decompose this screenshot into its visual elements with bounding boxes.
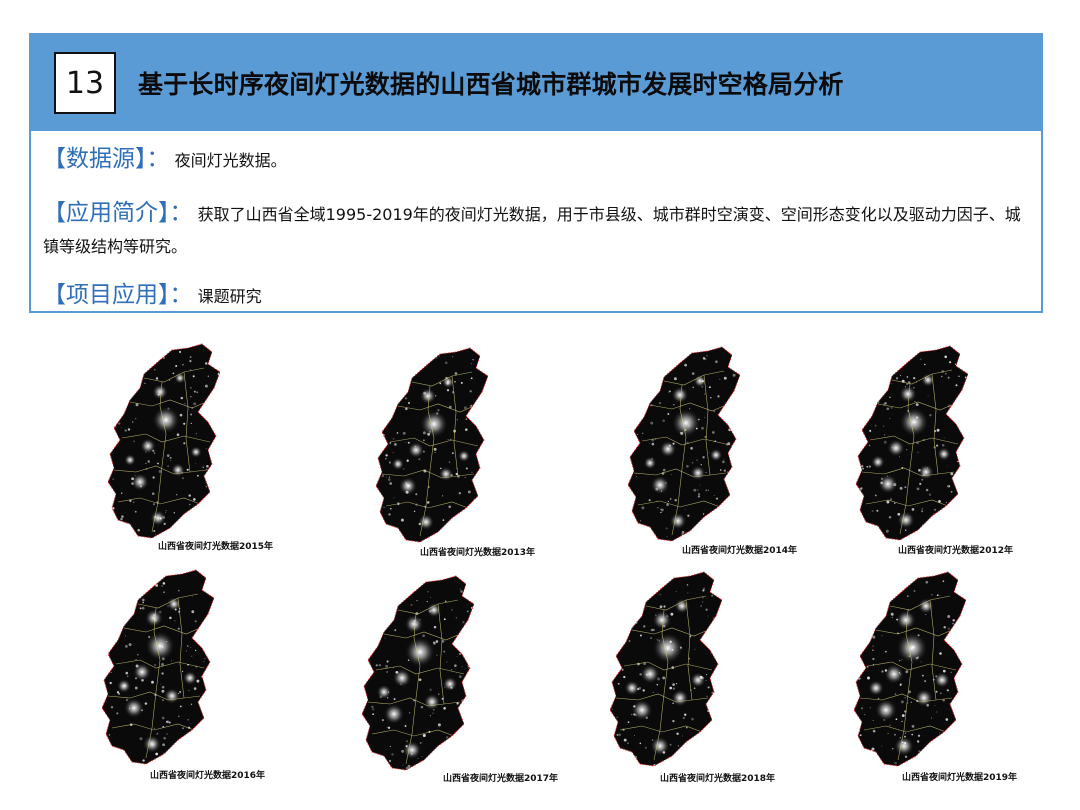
province-shape — [854, 572, 966, 766]
project-number: 13 — [54, 52, 116, 114]
map-caption: 山西省夜间灯光数据2018年 — [660, 774, 776, 784]
project-panel: 13 基于长时序夜间灯光数据的山西省城市群城市发展时空格局分析 【数据源】： 夜… — [29, 33, 1043, 313]
panel-title: 基于长时序夜间灯光数据的山西省城市群城市发展时空格局分析 — [138, 70, 844, 99]
map-caption: 山西省夜间灯光数据2019年 — [902, 773, 1018, 783]
night-light-maps: 山西省夜间灯光数据2015年 山西省夜间灯光数据2013年 山西省夜间灯光数据2… — [0, 330, 1080, 800]
province-shape — [108, 344, 220, 538]
map-caption: 山西省夜间灯光数据2013年 — [420, 548, 536, 558]
shanxi-map-image — [361, 575, 475, 771]
map-caption: 山西省夜间灯光数据2016年 — [150, 771, 266, 781]
map-caption: 山西省夜间灯光数据2014年 — [682, 546, 798, 556]
shanxi-map-image — [855, 345, 969, 541]
project-application-text: 课题研究 — [197, 287, 262, 306]
shanxi-map-image — [853, 571, 967, 767]
map-caption: 山西省夜间灯光数据2012年 — [898, 546, 1014, 556]
night-light-map — [368, 346, 498, 546]
night-light-map — [602, 570, 732, 770]
map-caption: 山西省夜间灯光数据2017年 — [443, 774, 559, 784]
shanxi-map-image — [101, 569, 215, 765]
night-light-map — [620, 345, 750, 545]
data-source-text: 夜间灯光数据。 — [174, 151, 287, 170]
province-shape — [362, 576, 474, 770]
application-intro-row: 【应用简介】： 获取了山西省全域1995-2019年的夜间灯光数据，用于市县级、… — [43, 197, 1033, 263]
map-caption: 山西省夜间灯光数据2015年 — [158, 542, 274, 552]
application-intro-label: 【应用简介】： — [43, 200, 193, 226]
project-application-row: 【项目应用】： 课题研究 — [43, 275, 1033, 309]
shanxi-map-image — [627, 346, 741, 542]
data-source-row: 【数据源】： 夜间灯光数据。 — [43, 139, 1033, 173]
night-light-map — [94, 568, 224, 768]
night-light-map — [100, 342, 230, 542]
province-shape — [610, 572, 722, 766]
project-application-label: 【项目应用】： — [43, 282, 193, 308]
data-source-label: 【数据源】： — [43, 146, 170, 172]
shanxi-map-image — [609, 571, 723, 767]
province-shape — [376, 348, 488, 542]
night-light-map — [848, 344, 978, 544]
province-shape — [628, 347, 740, 541]
night-light-map — [354, 574, 484, 774]
shanxi-map-image — [107, 343, 221, 539]
panel-header: 13 基于长时序夜间灯光数据的山西省城市群城市发展时空格局分析 — [31, 35, 1041, 131]
night-light-map — [846, 570, 976, 770]
shanxi-map-image — [375, 347, 489, 543]
